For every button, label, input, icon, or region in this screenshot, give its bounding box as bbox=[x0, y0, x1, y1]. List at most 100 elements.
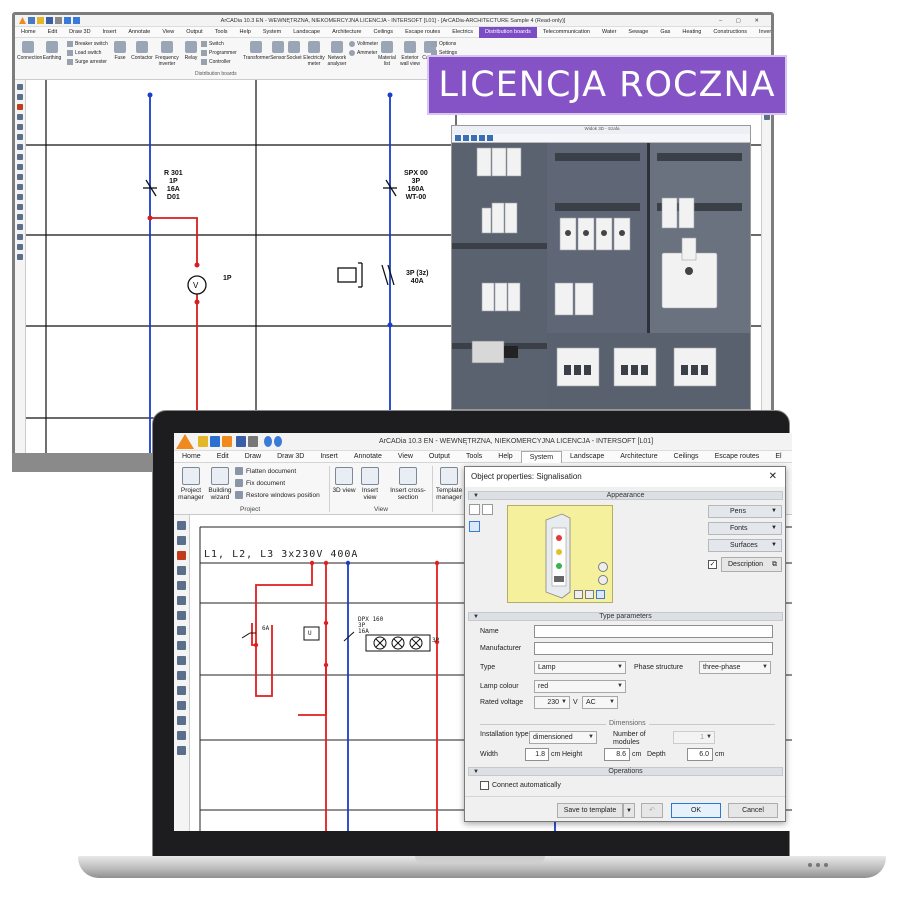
fit-view-icon[interactable] bbox=[596, 590, 605, 599]
menu-tab-architecture[interactable]: Architecture bbox=[326, 29, 367, 35]
save-icon[interactable] bbox=[46, 17, 53, 24]
open-icon[interactable] bbox=[37, 17, 44, 24]
depth-input[interactable]: 6.0 bbox=[687, 748, 713, 761]
menu-tab-water[interactable]: Water bbox=[596, 29, 622, 35]
zoom-extents-icon[interactable] bbox=[17, 204, 23, 210]
arc-tool-icon[interactable] bbox=[177, 551, 186, 560]
line-tool-icon[interactable] bbox=[177, 521, 186, 530]
block-tool-icon[interactable] bbox=[177, 656, 186, 665]
appearance-section-header[interactable]: ▼ Appearance bbox=[468, 491, 783, 500]
load-switch-button[interactable]: Load switch bbox=[67, 50, 101, 56]
connection-button[interactable]: Connection bbox=[17, 41, 42, 61]
point-tool-icon[interactable] bbox=[177, 671, 186, 680]
mtext-tool-icon[interactable] bbox=[177, 701, 186, 710]
zoom-in-icon[interactable] bbox=[17, 164, 23, 170]
programmer-button[interactable]: Programmer bbox=[201, 50, 237, 56]
circle-tool-icon[interactable] bbox=[17, 114, 23, 120]
menu-tab-insert[interactable]: Insert bbox=[97, 29, 123, 35]
menu-tab-ceilings[interactable]: Ceilings bbox=[666, 453, 707, 460]
new-icon[interactable] bbox=[28, 17, 35, 24]
material-list-button[interactable]: Material list bbox=[376, 41, 398, 67]
regen-icon[interactable] bbox=[17, 234, 23, 240]
menu-tab-annotate[interactable]: Annotate bbox=[122, 29, 156, 35]
operations-section-header[interactable]: ▼ Operations bbox=[468, 767, 783, 776]
fix-document-button[interactable]: Fix document bbox=[235, 479, 285, 487]
menu-tab-telecommunication[interactable]: Telecommunication bbox=[537, 29, 596, 35]
rotate-left-icon[interactable] bbox=[574, 590, 583, 599]
network-analyser-button[interactable]: Network analyser bbox=[325, 41, 349, 67]
ellipse-tool-icon[interactable] bbox=[177, 626, 186, 635]
zoom-previous-icon[interactable] bbox=[17, 224, 23, 230]
menu-tab-landscape[interactable]: Landscape bbox=[562, 453, 612, 460]
menu-tab-sewage[interactable]: Sewage bbox=[622, 29, 654, 35]
voltage-kind-select[interactable]: AC ▼ bbox=[582, 696, 618, 709]
phase-structure-select[interactable]: three-phase ▼ bbox=[699, 661, 771, 674]
ok-button[interactable]: OK bbox=[671, 803, 721, 818]
restore-windows-position-button[interactable]: Restore windows position bbox=[235, 491, 320, 499]
menu-tab-tools[interactable]: Tools bbox=[209, 29, 234, 35]
menu-tab-home[interactable]: Home bbox=[15, 29, 42, 35]
voltmeter-button[interactable]: Voltmeter bbox=[349, 41, 378, 47]
rectangle-tool-icon[interactable] bbox=[177, 596, 186, 605]
menu-tab-annotate[interactable]: Annotate bbox=[346, 453, 390, 460]
surge-arrester-button[interactable]: Surge arrester bbox=[67, 59, 107, 65]
menu-tab-distribution-boards[interactable]: Distribution boards bbox=[479, 26, 537, 38]
rotate-icon[interactable] bbox=[455, 135, 461, 141]
zoom-all-icon[interactable] bbox=[17, 214, 23, 220]
line-tool-icon[interactable] bbox=[17, 84, 23, 90]
number-of-modules-select[interactable]: 1 ▼ bbox=[673, 731, 715, 744]
menu-tab-output[interactable]: Output bbox=[180, 29, 209, 35]
save-to-template-dropdown[interactable]: ▼ bbox=[623, 803, 635, 818]
save-as-icon[interactable] bbox=[236, 436, 246, 447]
zoom-window-icon[interactable] bbox=[17, 184, 23, 190]
menu-tab-system[interactable]: System bbox=[520, 450, 563, 463]
fonts-button[interactable]: Fonts ▼ bbox=[708, 522, 782, 535]
menu-tab-view[interactable]: View bbox=[390, 453, 421, 460]
menu-tab-electrics[interactable]: Electrics bbox=[446, 29, 479, 35]
insert-view-button[interactable]: Insert view bbox=[357, 467, 383, 501]
3d-view-button[interactable]: 3D view bbox=[332, 467, 356, 494]
save-to-template-button[interactable]: Save to template bbox=[557, 803, 623, 818]
pan-3d-icon[interactable] bbox=[463, 135, 469, 141]
description-checkbox[interactable]: ✓ bbox=[708, 560, 717, 569]
pan-icon[interactable] bbox=[17, 194, 23, 200]
menu-tab-draw-3d[interactable]: Draw 3D bbox=[269, 453, 312, 460]
menu-tab-home[interactable]: Home bbox=[174, 453, 209, 460]
camera-icon[interactable] bbox=[487, 135, 493, 141]
rectangle-tool-icon[interactable] bbox=[17, 124, 23, 130]
transformer-button[interactable]: Transformer bbox=[243, 41, 270, 61]
spline-tool-icon[interactable] bbox=[177, 581, 186, 590]
dimension-tool-icon[interactable] bbox=[17, 154, 23, 160]
text-tool-icon[interactable] bbox=[177, 686, 186, 695]
building-wizard-button[interactable]: Building wizard bbox=[206, 467, 234, 501]
menu-tab-system[interactable]: System bbox=[257, 29, 287, 35]
type-parameters-section-header[interactable]: ▼ Type parameters bbox=[468, 612, 783, 621]
menu-tab-constructions[interactable]: Constructions bbox=[707, 29, 753, 35]
menu-tab-landscape[interactable]: Landscape bbox=[287, 29, 326, 35]
menu-tab-edit[interactable]: Edit bbox=[42, 29, 63, 35]
relay-button[interactable]: Relay bbox=[180, 41, 202, 61]
fuse-button[interactable]: Fuse bbox=[109, 41, 131, 61]
width-input[interactable]: 1.8 bbox=[525, 748, 549, 761]
controller-button[interactable]: Controller bbox=[201, 59, 231, 65]
template-manager-button[interactable]: Template manager bbox=[434, 467, 464, 501]
tools-icon[interactable] bbox=[222, 436, 232, 447]
polyline-tool-icon[interactable] bbox=[17, 94, 23, 100]
menu-tab-edit[interactable]: Edit bbox=[209, 453, 237, 460]
back-icon[interactable]: ↶ bbox=[641, 803, 663, 818]
project-manager-button[interactable]: Project manager bbox=[176, 467, 206, 501]
hatch-tool-icon[interactable] bbox=[177, 641, 186, 650]
rated-voltage-select[interactable]: 230 ▼ bbox=[534, 696, 570, 709]
zoom-in-icon[interactable] bbox=[598, 562, 608, 572]
installation-type-select[interactable]: dimensioned ▼ bbox=[529, 731, 597, 744]
hatch-tool-icon[interactable] bbox=[17, 134, 23, 140]
menu-tab-help[interactable]: Help bbox=[490, 453, 520, 460]
layers-icon[interactable] bbox=[17, 244, 23, 250]
menu-tab-view[interactable]: View bbox=[156, 29, 180, 35]
layers-icon[interactable] bbox=[177, 746, 186, 755]
print-icon[interactable] bbox=[248, 436, 258, 447]
menu-tab-output[interactable]: Output bbox=[421, 453, 458, 460]
pens-button[interactable]: Pens ▼ bbox=[708, 505, 782, 518]
height-input[interactable]: 8.6 bbox=[604, 748, 630, 761]
menu-tab-draw-3d[interactable]: Draw 3D bbox=[63, 29, 96, 35]
